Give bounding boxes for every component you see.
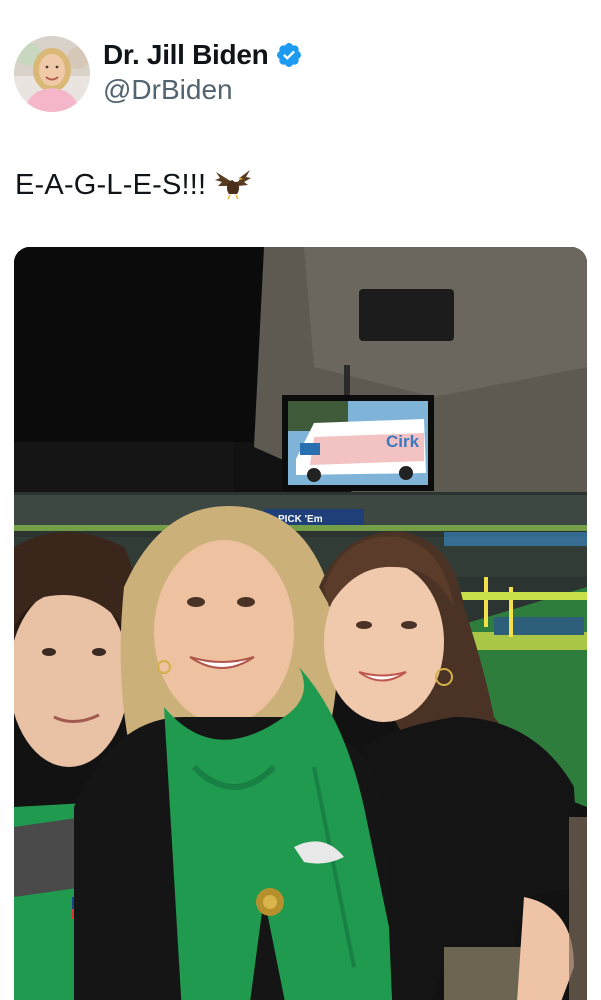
tv-screen-text: Cirk <box>386 432 420 451</box>
avatar-image <box>14 36 90 112</box>
verified-badge-icon <box>275 41 303 69</box>
avatar[interactable] <box>14 36 90 112</box>
author-handle[interactable]: @DrBiden <box>103 74 303 106</box>
display-name[interactable]: Dr. Jill Biden <box>103 39 269 71</box>
author-names: Dr. Jill Biden @DrBiden <box>103 39 303 106</box>
tweet-photo[interactable]: Cirk PICK 'Em <box>14 247 587 1000</box>
display-name-row: Dr. Jill Biden <box>103 39 303 71</box>
tweet-text-content: E-A-G-L-E-S!!! <box>15 168 207 201</box>
tweet-header: Dr. Jill Biden @DrBiden <box>14 36 303 112</box>
eagle-emoji-icon <box>214 168 252 202</box>
tweet-text: E-A-G-L-E-S!!! <box>15 168 252 202</box>
tweet-card: Dr. Jill Biden @DrBiden E-A-G-L-E-S!!! C… <box>0 0 601 1000</box>
stadium-selfie-photo: Cirk PICK 'Em <box>14 247 587 1000</box>
